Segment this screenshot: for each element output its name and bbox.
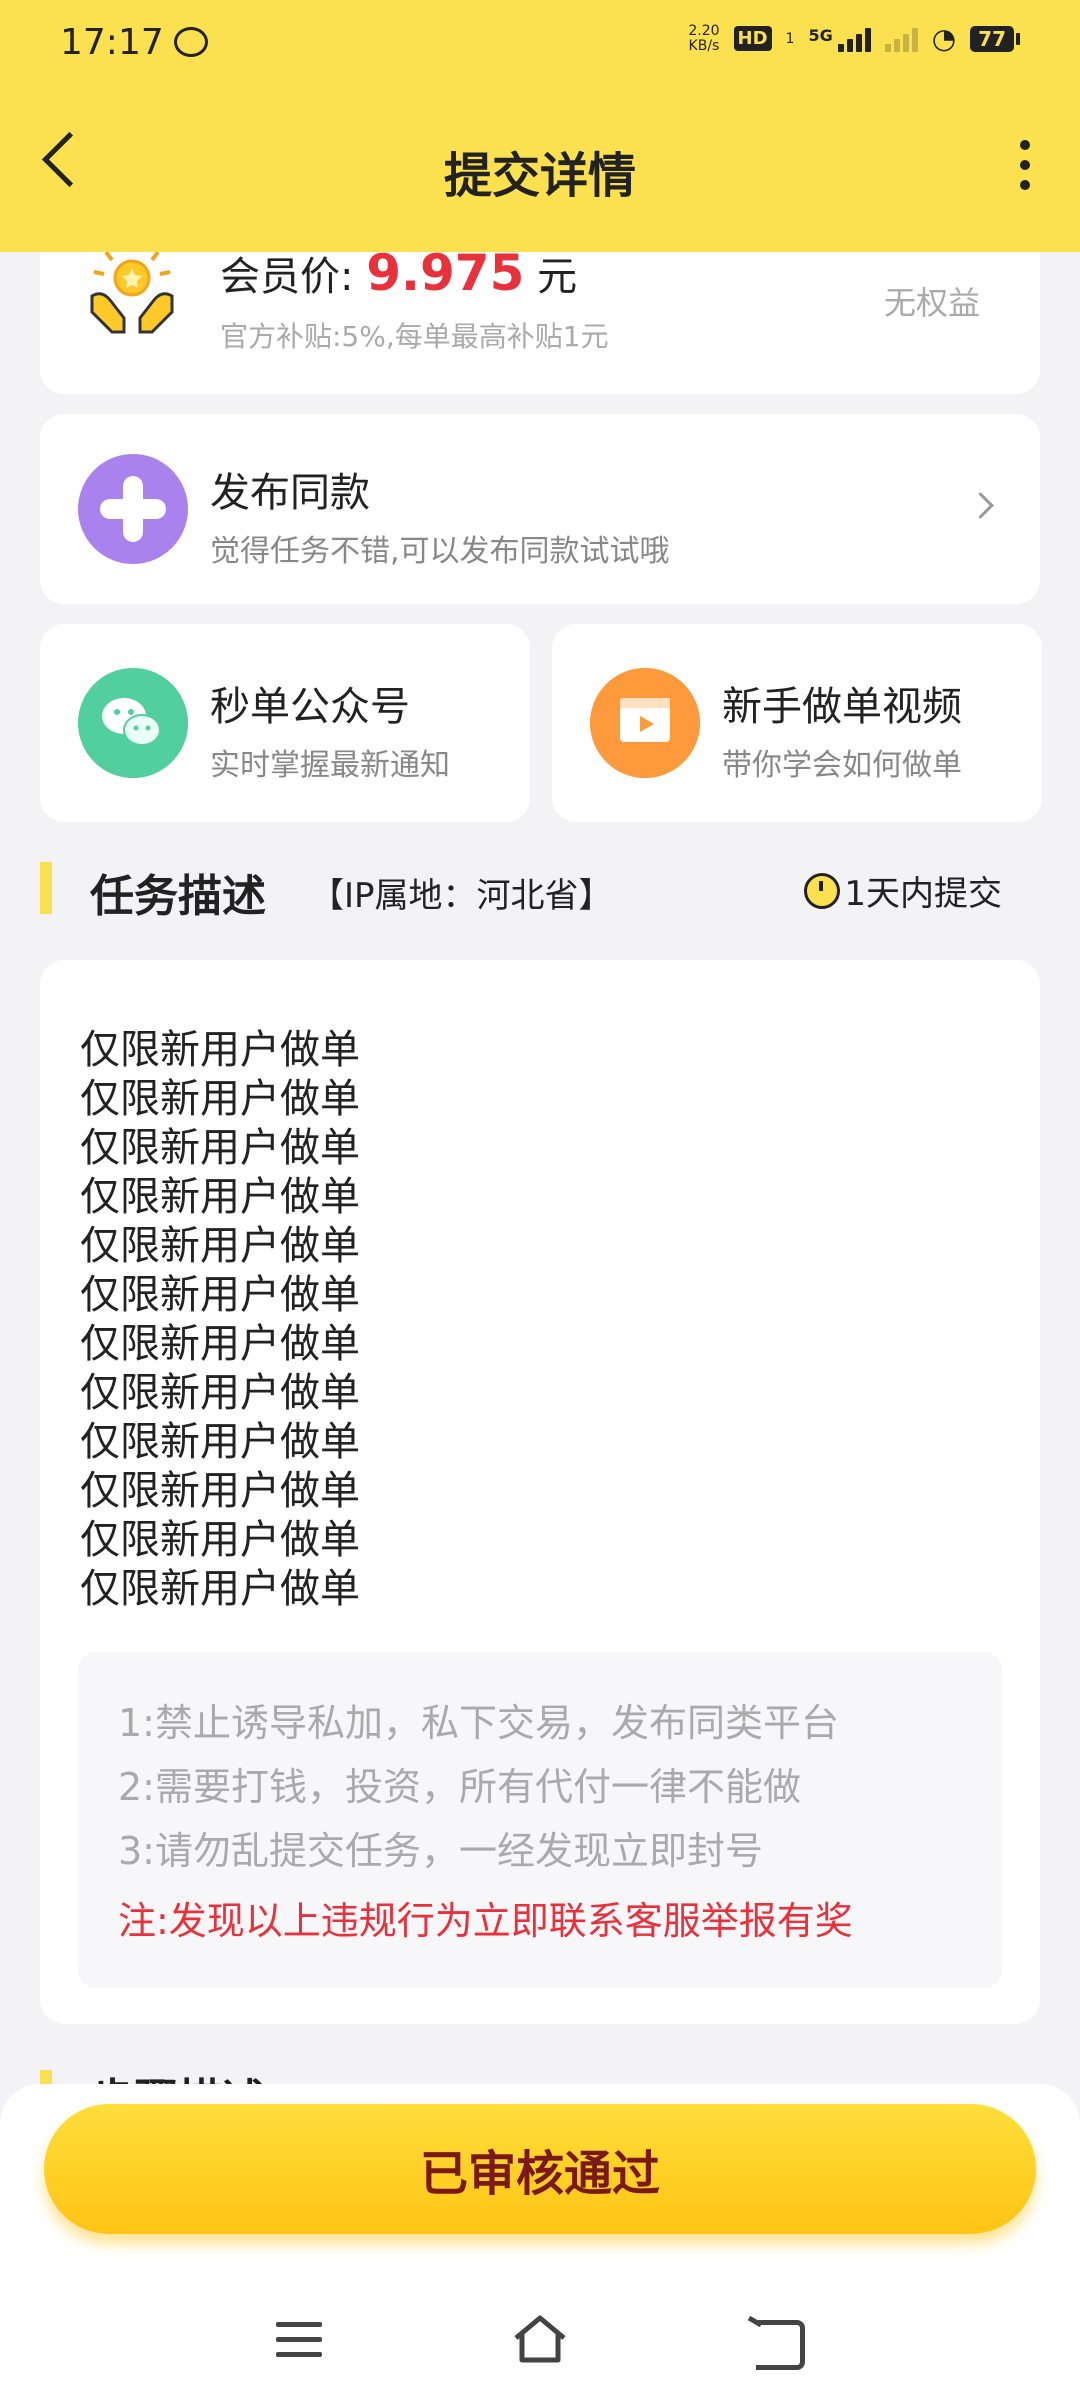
- official-account-card[interactable]: 秒单公众号 实时掌握最新通知: [40, 624, 530, 822]
- rules-box: 1:禁止诱导私加，私下交易，发布同类平台 2:需要打钱，投资，所有代付一律不能做…: [78, 1652, 1002, 1988]
- member-price-unit: 元: [537, 254, 578, 300]
- rule-item: 2:需要打钱，投资，所有代付一律不能做: [118, 1765, 801, 1809]
- home-icon[interactable]: [512, 2314, 568, 2364]
- status-right: 2.20 KB/s HD 1 5G ◔ 77: [688, 22, 1020, 55]
- rule-item: 1:禁止诱导私加，私下交易，发布同类平台: [118, 1701, 839, 1745]
- publish-same-card[interactable]: 发布同款 觉得任务不错,可以发布同款试试哦: [40, 414, 1040, 604]
- system-back-icon[interactable]: [756, 2320, 805, 2370]
- submit-deadline: 1天内提交: [804, 866, 1002, 915]
- description-line: 仅限新用户做单: [80, 1125, 360, 1171]
- report-warning: 注:发现以上违规行为立即联系客服举报有奖: [118, 1899, 853, 1943]
- task-description-card: 仅限新用户做单 仅限新用户做单 仅限新用户做单 仅限新用户做单 仅限新用户做单 …: [40, 960, 1040, 2024]
- task-description-title: 任务描述: [90, 871, 266, 922]
- rights-status: 无权益: [883, 284, 980, 322]
- description-line: 仅限新用户做单: [80, 1076, 360, 1122]
- section-accent-bar: [40, 862, 52, 914]
- plus-icon: [78, 454, 188, 564]
- description-line: 仅限新用户做单: [80, 1566, 360, 1612]
- signal-5g-icon: 5G: [808, 25, 871, 52]
- description-line: 仅限新用户做单: [80, 1223, 360, 1269]
- status-time: 17:17: [60, 21, 164, 63]
- official-account-title: 秒单公众号: [210, 684, 410, 730]
- bottom-bar: 已审核通过: [0, 2084, 1080, 2388]
- tutorial-video-card[interactable]: 新手做单视频 带你学会如何做单: [552, 624, 1042, 822]
- subsidy-text: 官方补贴:5%,每单最高补贴1元: [220, 320, 609, 353]
- description-line: 仅限新用户做单: [80, 1419, 360, 1465]
- description-line: 仅限新用户做单: [80, 1517, 360, 1563]
- tutorial-video-title: 新手做单视频: [722, 684, 962, 730]
- more-options-icon[interactable]: [1020, 140, 1030, 190]
- hands-coin-icon: [90, 242, 174, 334]
- page-title: 提交详情: [443, 148, 636, 204]
- network-speed-value: 2.20: [688, 22, 720, 39]
- clock-icon: [804, 872, 841, 909]
- signal-secondary-icon: [884, 26, 918, 52]
- status-bar: 17:17 2.20 KB/s HD 1 5G ◔ 77: [0, 0, 1080, 84]
- network-speed: 2.20 KB/s: [688, 22, 720, 54]
- battery-level: 77: [970, 25, 1014, 52]
- description-line: 仅限新用户做单: [80, 1027, 360, 1073]
- member-price-line: 会员价: 9.975 元: [220, 244, 577, 302]
- tutorial-video-subtitle: 带你学会如何做单: [722, 748, 962, 783]
- network-speed-unit: KB/s: [688, 37, 720, 54]
- member-price-value: 9.975: [366, 244, 525, 302]
- description-line: 仅限新用户做单: [80, 1321, 360, 1367]
- video-clapper-icon: [590, 668, 700, 778]
- member-price-label: 会员价:: [220, 254, 354, 300]
- battery-icon: 77: [970, 25, 1020, 52]
- description-line: 仅限新用户做单: [80, 1272, 360, 1318]
- recent-apps-icon[interactable]: [276, 2322, 322, 2367]
- official-account-subtitle: 实时掌握最新通知: [210, 748, 450, 783]
- approved-status-button[interactable]: 已审核通过: [44, 2104, 1036, 2234]
- wechat-icon: [78, 668, 188, 778]
- hd-voice-icon: HD: [733, 26, 772, 51]
- description-line: 仅限新用户做单: [80, 1174, 360, 1220]
- description-line: 仅限新用户做单: [80, 1370, 360, 1416]
- system-nav-bar: [0, 2304, 1080, 2384]
- description-lines: 仅限新用户做单 仅限新用户做单 仅限新用户做单 仅限新用户做单 仅限新用户做单 …: [80, 1026, 360, 1614]
- rule-item: 3:请勿乱提交任务，一经发现立即封号: [118, 1829, 763, 1873]
- publish-same-title: 发布同款: [210, 470, 370, 516]
- app-header: 提交详情: [0, 84, 1080, 252]
- app-notification-icon: [173, 27, 208, 57]
- publish-same-subtitle: 觉得任务不错,可以发布同款试试哦: [210, 534, 670, 569]
- description-line: 仅限新用户做单: [80, 1468, 360, 1514]
- submit-deadline-text: 1天内提交: [844, 874, 1002, 914]
- network-type-label: 5G: [808, 25, 833, 45]
- ip-location: 【IP属地：河北省】: [310, 876, 613, 916]
- wifi-icon: ◔: [931, 22, 957, 55]
- chevron-right-icon: [967, 492, 994, 519]
- sim-slot-label: 1: [785, 30, 795, 47]
